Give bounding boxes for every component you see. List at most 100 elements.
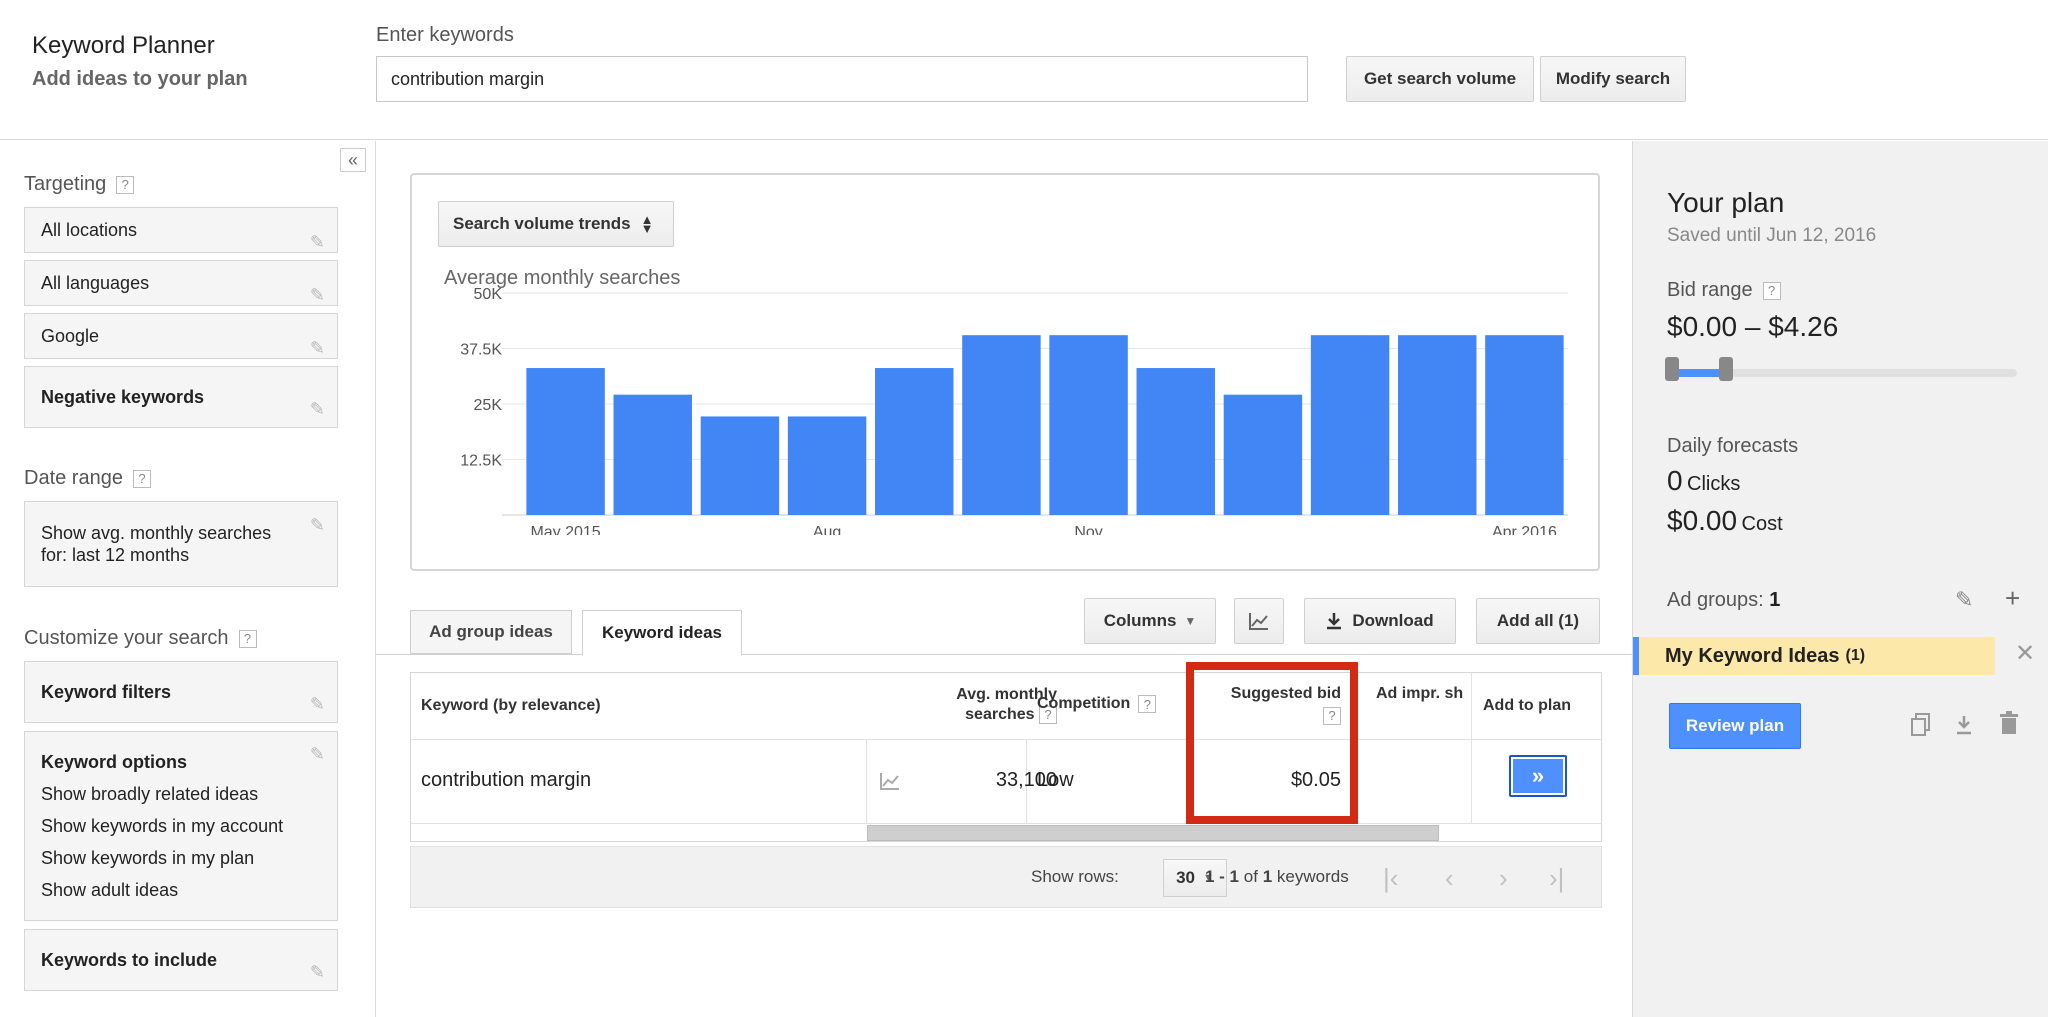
- first-page-icon[interactable]: |‹: [1383, 863, 1398, 894]
- page-total: 1: [1262, 867, 1273, 886]
- col-competition-header[interactable]: Competition ?: [1037, 695, 1157, 713]
- header: Keyword Planner Add ideas to your plan E…: [0, 0, 2048, 140]
- plan-saved-date: Saved until Jun 12, 2016: [1667, 225, 1877, 246]
- option-in-account: Show keywords in my account: [41, 816, 284, 836]
- your-plan-panel: Your plan Saved until Jun 12, 2016 Bid r…: [1632, 141, 2048, 1017]
- daily-forecasts-label: Daily forecasts: [1667, 435, 1799, 457]
- horizontal-scrollbar[interactable]: [867, 825, 1439, 841]
- close-icon[interactable]: ✕: [2015, 639, 2035, 668]
- help-icon[interactable]: ?: [238, 629, 257, 648]
- x-tick-label: Apr 2016: [1492, 524, 1557, 535]
- col-ad-impr-header[interactable]: Ad impr. sh: [1376, 685, 1476, 703]
- last-page-icon[interactable]: ›|: [1549, 863, 1564, 894]
- col-avg-line-1: Avg. monthly: [956, 686, 1057, 703]
- bid-max-handle[interactable]: [1719, 357, 1733, 381]
- ad-group-name: My Keyword Ideas: [1665, 644, 1840, 667]
- collapse-sidebar-icon[interactable]: «: [340, 148, 366, 172]
- search-volume-chart: 12.5K 25K 37.5K 50K May 2015 Aug Nov Apr 2016: [460, 286, 1568, 535]
- keywords-to-include-label: Keywords to include: [41, 950, 218, 970]
- help-icon[interactable]: ?: [116, 175, 135, 194]
- add-to-plan-button[interactable]: »: [1509, 755, 1567, 797]
- previous-page-icon[interactable]: ‹: [1445, 863, 1454, 894]
- keyword-filters-setting[interactable]: Keyword filters ✎: [24, 661, 338, 723]
- chart-bar: [1136, 368, 1215, 515]
- languages-setting[interactable]: All languages ✎: [24, 260, 338, 306]
- tab-divider: [376, 654, 1632, 655]
- y-tick-label: 37.5K: [460, 342, 502, 359]
- customize-section-title: Customize your search ?: [24, 627, 257, 650]
- review-plan-button[interactable]: Review plan: [1669, 703, 1801, 749]
- copy-icon[interactable]: [1911, 713, 1931, 737]
- chart-bar: [962, 335, 1041, 515]
- trash-icon[interactable]: [1999, 711, 2019, 735]
- x-tick-label: Nov: [1074, 524, 1102, 535]
- network-setting[interactable]: Google ✎: [24, 313, 338, 359]
- download-icon[interactable]: [1955, 715, 1973, 735]
- download-label: Download: [1352, 611, 1434, 630]
- targeting-title: Targeting: [24, 173, 107, 195]
- suggested-bid-highlight: [1186, 662, 1358, 824]
- pencil-icon[interactable]: ✎: [310, 942, 325, 1002]
- bid-range-fill: [1673, 369, 1723, 377]
- chart-bar: [1223, 394, 1303, 515]
- modify-search-button[interactable]: Modify search: [1540, 56, 1686, 102]
- next-page-icon[interactable]: ›: [1499, 863, 1508, 894]
- tab-ad-group-ideas[interactable]: Ad group ideas: [410, 610, 572, 654]
- search-volume-trends-select[interactable]: Search volume trends ▲ ▼: [438, 201, 674, 247]
- add-all-button[interactable]: Add all (1): [1476, 598, 1600, 644]
- tab-keyword-ideas[interactable]: Keyword ideas: [582, 610, 742, 656]
- date-range-line-2: for: last 12 months: [41, 545, 190, 565]
- keywords-to-include-setting[interactable]: Keywords to include ✎: [24, 929, 338, 991]
- columns-button[interactable]: Columns ▼: [1084, 598, 1216, 644]
- chart-bar: [1310, 335, 1390, 515]
- line-chart-icon: [1249, 613, 1268, 630]
- date-range-title: Date range: [24, 467, 123, 489]
- pencil-icon[interactable]: ✎: [310, 326, 325, 370]
- languages-label: All languages: [41, 273, 150, 293]
- ad-groups-count: 1: [1769, 589, 1781, 611]
- help-icon[interactable]: ?: [1762, 281, 1781, 300]
- keyword-options-setting[interactable]: Keyword options Show broadly related ide…: [24, 731, 338, 921]
- pencil-icon[interactable]: ✎: [310, 379, 325, 439]
- option-in-plan: Show keywords in my plan: [41, 848, 255, 868]
- cost-forecast: $0.00 Cost: [1667, 505, 1783, 537]
- ad-group-my-keyword-ideas[interactable]: My Keyword Ideas (1): [1633, 637, 1995, 675]
- pencil-icon[interactable]: ✎: [310, 220, 325, 264]
- add-ad-group-icon[interactable]: +: [2005, 583, 2020, 614]
- row-competition: Low: [1037, 769, 1074, 791]
- pencil-icon[interactable]: ✎: [310, 744, 325, 765]
- bid-range-value: $0.00 – $4.26: [1667, 311, 1839, 342]
- row-keyword: contribution margin: [421, 769, 592, 791]
- chart-bar: [787, 416, 867, 515]
- edit-ad-groups-icon[interactable]: ✎: [1955, 587, 1973, 613]
- help-icon[interactable]: ?: [132, 469, 151, 488]
- column-divider: [1471, 673, 1472, 823]
- locations-setting[interactable]: All locations ✎: [24, 207, 338, 253]
- pencil-icon[interactable]: ✎: [310, 674, 325, 734]
- get-search-volume-button[interactable]: Get search volume: [1346, 56, 1534, 102]
- chart-toggle-button[interactable]: [1234, 598, 1284, 644]
- bid-range-label-row: Bid range ?: [1667, 279, 1781, 302]
- column-divider: [866, 739, 867, 823]
- clicks-forecast: 0 Clicks: [1667, 465, 1740, 497]
- pencil-icon[interactable]: ✎: [310, 514, 325, 536]
- date-range-setting[interactable]: Show avg. monthly searches for: last 12 …: [24, 501, 338, 587]
- columns-label: Columns: [1103, 611, 1177, 630]
- ad-groups-label: Ad groups:: [1667, 589, 1764, 611]
- ad-group-count: (1): [1845, 647, 1866, 664]
- cost-label: Cost: [1741, 513, 1783, 535]
- keywords-input[interactable]: [376, 56, 1308, 102]
- plan-title: Your plan: [1667, 187, 1785, 218]
- x-tick-label: Aug: [813, 524, 841, 535]
- caret-down-icon: ▼: [1184, 614, 1197, 628]
- negative-keywords-setting[interactable]: Negative keywords ✎: [24, 366, 338, 428]
- help-icon[interactable]: ?: [1138, 695, 1157, 713]
- locations-label: All locations: [41, 220, 138, 240]
- trend-chart-icon[interactable]: [879, 771, 901, 791]
- network-label: Google: [41, 326, 100, 346]
- bid-min-handle[interactable]: [1665, 357, 1679, 381]
- col-keyword-header[interactable]: Keyword (by relevance): [421, 697, 601, 715]
- pencil-icon[interactable]: ✎: [310, 273, 325, 317]
- download-button[interactable]: Download: [1304, 598, 1456, 644]
- col-avg-searches-header[interactable]: Avg. monthly searches ?: [905, 685, 1057, 725]
